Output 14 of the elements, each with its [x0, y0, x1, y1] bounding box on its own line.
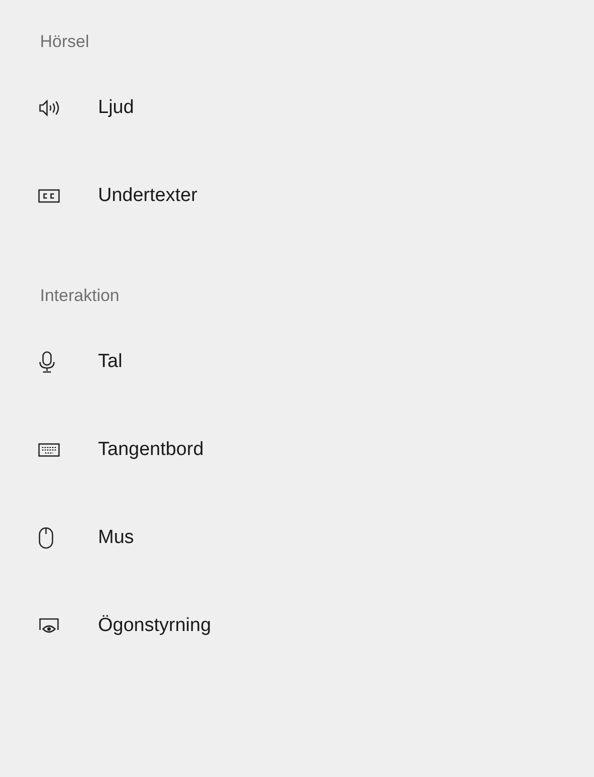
- closed-captions-icon: [38, 189, 60, 203]
- section-heading: Interaktion: [39, 285, 120, 308]
- keyboard-icon: [38, 443, 60, 457]
- settings-nav-item[interactable]: Ögonstyrning: [38, 612, 212, 640]
- speaker-icon: [38, 99, 60, 117]
- eye-monitor-icon: [38, 617, 60, 635]
- settings-nav-item[interactable]: Tangentbord: [38, 436, 204, 464]
- microphone-icon: [38, 351, 56, 373]
- section-heading: Hörsel: [39, 31, 90, 54]
- settings-nav-item[interactable]: Tal: [38, 348, 122, 376]
- settings-nav-item[interactable]: Mus: [38, 524, 134, 552]
- settings-nav-item[interactable]: Undertexter: [38, 182, 198, 210]
- settings-nav-item[interactable]: Ljud: [38, 94, 134, 122]
- mouse-icon: [38, 527, 54, 549]
